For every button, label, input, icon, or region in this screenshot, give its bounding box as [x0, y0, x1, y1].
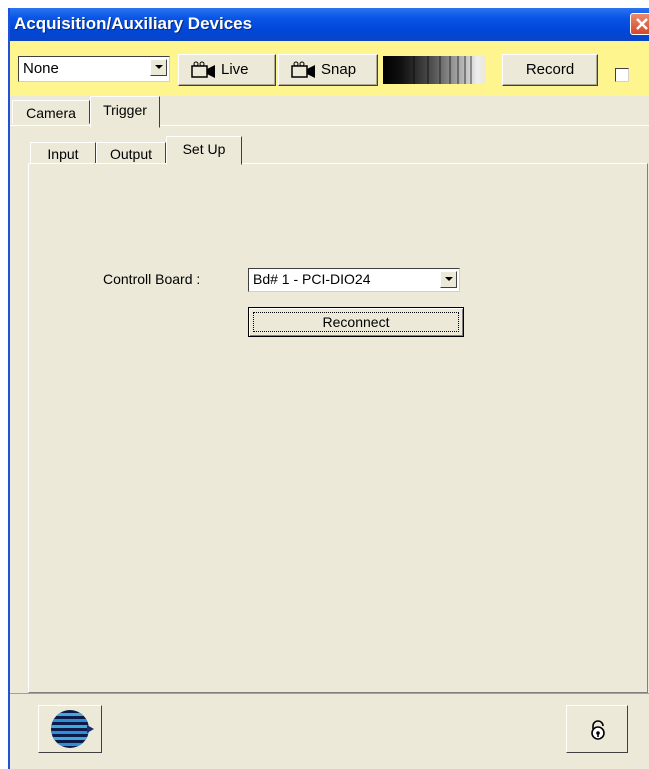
tab-camera-label: Camera: [26, 105, 76, 121]
acquisition-window: Acquisition/Auxiliary Devices None Live: [8, 8, 649, 769]
controll-board-value: Bd# 1 - PCI-DIO24: [253, 271, 371, 287]
toolbar: None Live Snap Record: [10, 41, 649, 96]
controll-board-label: Controll Board :: [103, 271, 201, 287]
tab-input-label: Input: [47, 146, 79, 162]
live-button[interactable]: Live: [178, 54, 276, 86]
setup-panel: [28, 163, 648, 693]
tab-output[interactable]: Output: [96, 142, 166, 164]
device-select-value: None: [23, 60, 59, 77]
lock-button[interactable]: [566, 705, 628, 753]
tab-input[interactable]: Input: [30, 142, 96, 164]
title-bar: Acquisition/Auxiliary Devices: [10, 8, 649, 41]
record-button[interactable]: Record: [502, 54, 598, 86]
device-select[interactable]: None: [18, 56, 170, 82]
snap-button[interactable]: Snap: [278, 54, 378, 86]
camera-icon: [291, 61, 315, 78]
divider: [10, 693, 649, 694]
globe-logo-icon: [51, 710, 94, 748]
chevron-down-icon[interactable]: [440, 271, 457, 288]
camera-icon: [191, 61, 215, 78]
tab-trigger[interactable]: Trigger: [90, 96, 160, 128]
window-title: Acquisition/Auxiliary Devices: [14, 14, 253, 33]
controll-board-select[interactable]: Bd# 1 - PCI-DIO24: [248, 268, 460, 292]
snap-label: Snap: [321, 61, 357, 78]
tab-set-up-label: Set Up: [182, 141, 226, 157]
tab-output-label: Output: [109, 146, 153, 162]
tab-set-up[interactable]: Set Up: [166, 136, 242, 165]
tab-trigger-label: Trigger: [103, 102, 147, 118]
close-button[interactable]: [630, 13, 649, 35]
record-checkbox[interactable]: [615, 68, 629, 82]
chevron-down-icon[interactable]: [150, 59, 167, 76]
record-label: Record: [525, 61, 575, 78]
grayscale-preview: [383, 56, 485, 84]
unlock-icon: [591, 720, 605, 740]
reconnect-button[interactable]: Reconnect: [248, 307, 464, 337]
logo-button[interactable]: [38, 705, 102, 753]
live-label: Live: [221, 61, 249, 78]
tab-camera[interactable]: Camera: [12, 100, 90, 124]
close-icon: [636, 18, 648, 30]
reconnect-label: Reconnect: [322, 314, 390, 330]
